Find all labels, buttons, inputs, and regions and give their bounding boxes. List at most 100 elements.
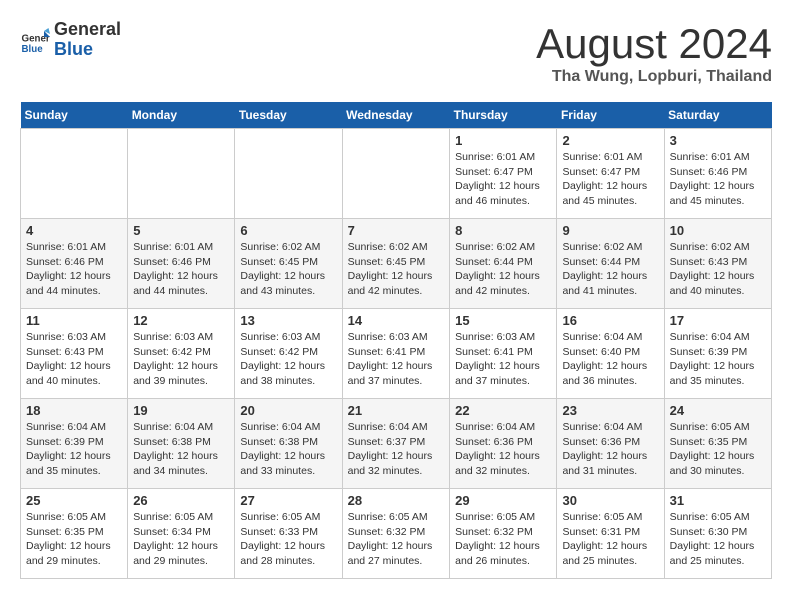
calendar-cell: 28 Sunrise: 6:05 AM Sunset: 6:32 PM Dayli… bbox=[342, 489, 450, 579]
day-info: Sunrise: 6:03 AM Sunset: 6:41 PM Dayligh… bbox=[455, 330, 551, 389]
day-info: Sunrise: 6:05 AM Sunset: 6:32 PM Dayligh… bbox=[455, 510, 551, 569]
day-number: 19 bbox=[133, 403, 229, 418]
day-number: 6 bbox=[240, 223, 336, 238]
day-info: Sunrise: 6:05 AM Sunset: 6:35 PM Dayligh… bbox=[26, 510, 122, 569]
day-number: 18 bbox=[26, 403, 122, 418]
column-header-tuesday: Tuesday bbox=[235, 102, 342, 129]
calendar-cell: 7 Sunrise: 6:02 AM Sunset: 6:45 PM Daylig… bbox=[342, 219, 450, 309]
day-number: 16 bbox=[562, 313, 658, 328]
calendar-cell: 15 Sunrise: 6:03 AM Sunset: 6:41 PM Dayli… bbox=[450, 309, 557, 399]
day-info: Sunrise: 6:04 AM Sunset: 6:39 PM Dayligh… bbox=[26, 420, 122, 479]
column-header-saturday: Saturday bbox=[664, 102, 771, 129]
location-subtitle: Tha Wung, Lopburi, Thailand bbox=[536, 68, 772, 86]
title-block: August 2024 Tha Wung, Lopburi, Thailand bbox=[536, 20, 772, 86]
day-number: 28 bbox=[348, 493, 445, 508]
calendar-cell: 3 Sunrise: 6:01 AM Sunset: 6:46 PM Daylig… bbox=[664, 129, 771, 219]
day-number: 25 bbox=[26, 493, 122, 508]
day-number: 10 bbox=[670, 223, 766, 238]
day-info: Sunrise: 6:01 AM Sunset: 6:46 PM Dayligh… bbox=[26, 240, 122, 299]
day-info: Sunrise: 6:01 AM Sunset: 6:47 PM Dayligh… bbox=[455, 150, 551, 209]
column-header-wednesday: Wednesday bbox=[342, 102, 450, 129]
calendar-cell: 31Sunrise: 6:05 AM Sunset: 6:30 PM Dayli… bbox=[664, 489, 771, 579]
calendar-cell: 26Sunrise: 6:05 AM Sunset: 6:34 PM Dayli… bbox=[128, 489, 235, 579]
day-number: 27 bbox=[240, 493, 336, 508]
column-header-monday: Monday bbox=[128, 102, 235, 129]
logo-icon: General Blue bbox=[20, 25, 50, 55]
calendar-cell: 16 Sunrise: 6:04 AM Sunset: 6:40 PM Dayli… bbox=[557, 309, 664, 399]
calendar-cell: 2 Sunrise: 6:01 AM Sunset: 6:47 PM Daylig… bbox=[557, 129, 664, 219]
day-info: Sunrise: 6:04 AM Sunset: 6:40 PM Dayligh… bbox=[562, 330, 658, 389]
day-number: 7 bbox=[348, 223, 445, 238]
day-number: 3 bbox=[670, 133, 766, 148]
calendar-cell: 18 Sunrise: 6:04 AM Sunset: 6:39 PM Dayli… bbox=[21, 399, 128, 489]
day-info: Sunrise: 6:02 AM Sunset: 6:44 PM Dayligh… bbox=[562, 240, 658, 299]
calendar-cell: 5 Sunrise: 6:01 AM Sunset: 6:46 PM Daylig… bbox=[128, 219, 235, 309]
calendar-cell: 20 Sunrise: 6:04 AM Sunset: 6:38 PM Dayli… bbox=[235, 399, 342, 489]
calendar-table: SundayMondayTuesdayWednesdayThursdayFrid… bbox=[20, 102, 772, 579]
day-info: Sunrise: 6:05 AM Sunset: 6:35 PM Dayligh… bbox=[670, 420, 766, 479]
day-number: 20 bbox=[240, 403, 336, 418]
calendar-cell: 14 Sunrise: 6:03 AM Sunset: 6:41 PM Dayli… bbox=[342, 309, 450, 399]
day-number: 14 bbox=[348, 313, 445, 328]
day-info: Sunrise: 6:01 AM Sunset: 6:46 PM Dayligh… bbox=[670, 150, 766, 209]
day-number: 4 bbox=[26, 223, 122, 238]
calendar-cell: 8 Sunrise: 6:02 AM Sunset: 6:44 PM Daylig… bbox=[450, 219, 557, 309]
week-row-3: 11 Sunrise: 6:03 AM Sunset: 6:43 PM Dayli… bbox=[21, 309, 772, 399]
day-number: 17 bbox=[670, 313, 766, 328]
day-number: 8 bbox=[455, 223, 551, 238]
svg-text:Blue: Blue bbox=[22, 44, 44, 55]
logo: General Blue General Blue bbox=[20, 20, 121, 60]
day-number: 24 bbox=[670, 403, 766, 418]
day-info: Sunrise: 6:05 AM Sunset: 6:32 PM Dayligh… bbox=[348, 510, 445, 569]
logo-general: General bbox=[54, 19, 121, 39]
day-info: Sunrise: 6:02 AM Sunset: 6:44 PM Dayligh… bbox=[455, 240, 551, 299]
week-row-4: 18 Sunrise: 6:04 AM Sunset: 6:39 PM Dayli… bbox=[21, 399, 772, 489]
calendar-cell: 29 Sunrise: 6:05 AM Sunset: 6:32 PM Dayli… bbox=[450, 489, 557, 579]
day-info: Sunrise: 6:03 AM Sunset: 6:42 PM Dayligh… bbox=[240, 330, 336, 389]
day-number: 12 bbox=[133, 313, 229, 328]
day-info: Sunrise: 6:05 AM Sunset: 6:34 PM Dayligh… bbox=[133, 510, 229, 569]
day-number: 2 bbox=[562, 133, 658, 148]
day-number: 15 bbox=[455, 313, 551, 328]
calendar-cell: 27 Sunrise: 6:05 AM Sunset: 6:33 PM Dayli… bbox=[235, 489, 342, 579]
day-info: Sunrise: 6:02 AM Sunset: 6:45 PM Dayligh… bbox=[348, 240, 445, 299]
day-info: Sunrise: 6:05 AM Sunset: 6:33 PM Dayligh… bbox=[240, 510, 336, 569]
day-info: Sunrise: 6:01 AM Sunset: 6:47 PM Dayligh… bbox=[562, 150, 658, 209]
calendar-cell: 25 Sunrise: 6:05 AM Sunset: 6:35 PM Dayli… bbox=[21, 489, 128, 579]
logo-blue: Blue bbox=[54, 39, 93, 59]
calendar-cell: 11 Sunrise: 6:03 AM Sunset: 6:43 PM Dayli… bbox=[21, 309, 128, 399]
day-number: 9 bbox=[562, 223, 658, 238]
day-info: Sunrise: 6:04 AM Sunset: 6:37 PM Dayligh… bbox=[348, 420, 445, 479]
day-number: 1 bbox=[455, 133, 551, 148]
day-number: 30 bbox=[562, 493, 658, 508]
day-info: Sunrise: 6:04 AM Sunset: 6:38 PM Dayligh… bbox=[240, 420, 336, 479]
calendar-cell bbox=[21, 129, 128, 219]
day-info: Sunrise: 6:01 AM Sunset: 6:46 PM Dayligh… bbox=[133, 240, 229, 299]
day-number: 29 bbox=[455, 493, 551, 508]
week-row-5: 25 Sunrise: 6:05 AM Sunset: 6:35 PM Dayli… bbox=[21, 489, 772, 579]
day-number: 11 bbox=[26, 313, 122, 328]
day-info: Sunrise: 6:04 AM Sunset: 6:38 PM Dayligh… bbox=[133, 420, 229, 479]
day-number: 13 bbox=[240, 313, 336, 328]
day-number: 21 bbox=[348, 403, 445, 418]
calendar-cell: 12 Sunrise: 6:03 AM Sunset: 6:42 PM Dayli… bbox=[128, 309, 235, 399]
day-info: Sunrise: 6:03 AM Sunset: 6:42 PM Dayligh… bbox=[133, 330, 229, 389]
calendar-cell: 21 Sunrise: 6:04 AM Sunset: 6:37 PM Dayli… bbox=[342, 399, 450, 489]
day-number: 5 bbox=[133, 223, 229, 238]
day-info: Sunrise: 6:03 AM Sunset: 6:43 PM Dayligh… bbox=[26, 330, 122, 389]
column-header-friday: Friday bbox=[557, 102, 664, 129]
calendar-header-row: SundayMondayTuesdayWednesdayThursdayFrid… bbox=[21, 102, 772, 129]
calendar-cell bbox=[235, 129, 342, 219]
calendar-cell: 24 Sunrise: 6:05 AM Sunset: 6:35 PM Dayli… bbox=[664, 399, 771, 489]
day-info: Sunrise: 6:03 AM Sunset: 6:41 PM Dayligh… bbox=[348, 330, 445, 389]
day-info: Sunrise: 6:04 AM Sunset: 6:36 PM Dayligh… bbox=[455, 420, 551, 479]
day-info: Sunrise: 6:05 AM Sunset: 6:31 PM Dayligh… bbox=[562, 510, 658, 569]
calendar-cell: 17 Sunrise: 6:04 AM Sunset: 6:39 PM Dayli… bbox=[664, 309, 771, 399]
column-header-sunday: Sunday bbox=[21, 102, 128, 129]
calendar-cell: 6Sunrise: 6:02 AM Sunset: 6:45 PM Daylig… bbox=[235, 219, 342, 309]
day-info: Sunrise: 6:04 AM Sunset: 6:39 PM Dayligh… bbox=[670, 330, 766, 389]
page-header: General Blue General Blue August 2024 Th… bbox=[20, 20, 772, 86]
day-number: 31 bbox=[670, 493, 766, 508]
calendar-cell: 13 Sunrise: 6:03 AM Sunset: 6:42 PM Dayli… bbox=[235, 309, 342, 399]
day-info: Sunrise: 6:04 AM Sunset: 6:36 PM Dayligh… bbox=[562, 420, 658, 479]
